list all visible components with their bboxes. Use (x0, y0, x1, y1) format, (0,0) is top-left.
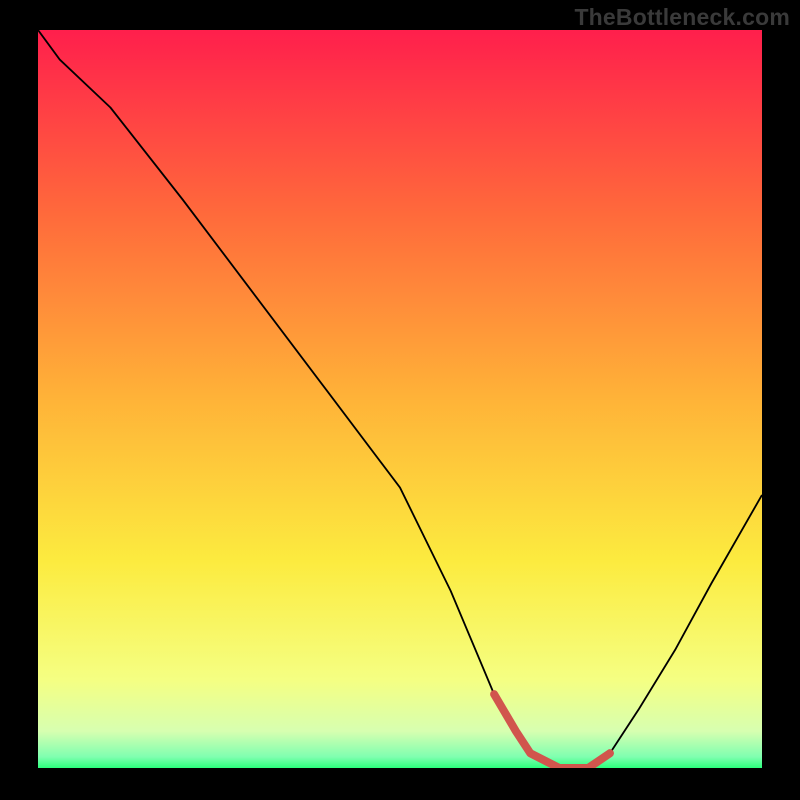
chart-plot-area (38, 30, 762, 768)
gradient-background (38, 30, 762, 768)
chart-svg (38, 30, 762, 768)
chart-container: TheBottleneck.com (0, 0, 800, 800)
watermark-text: TheBottleneck.com (574, 4, 790, 31)
